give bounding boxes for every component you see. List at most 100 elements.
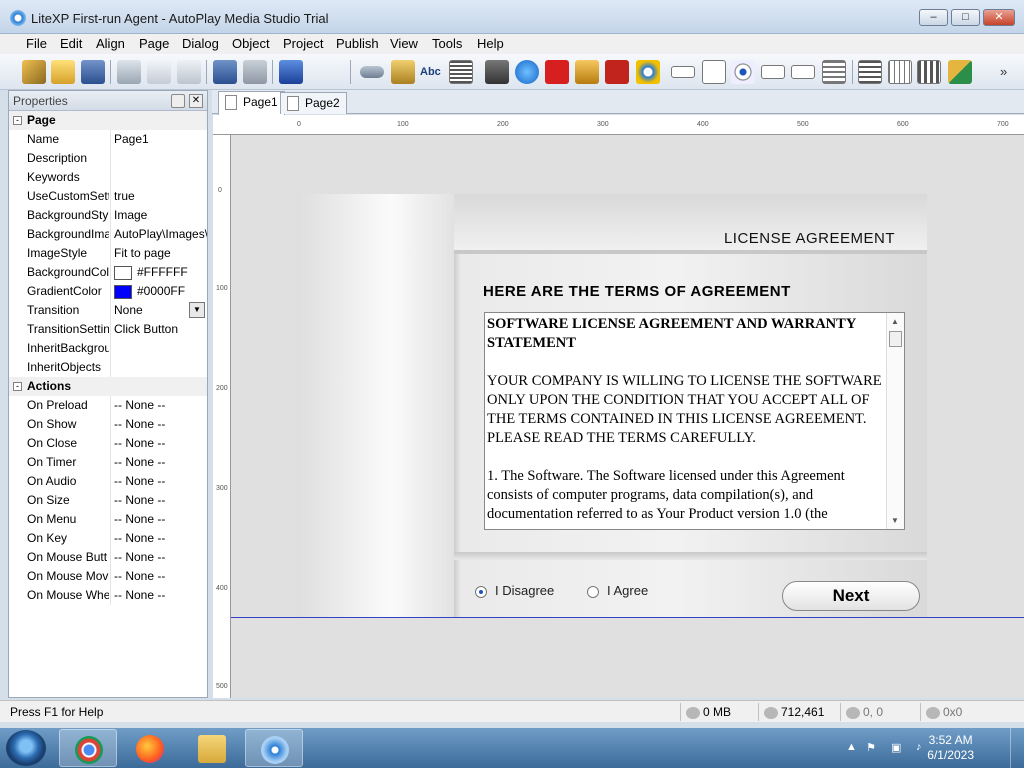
progress-object-icon[interactable] xyxy=(888,60,912,84)
toolbar-overflow-icon[interactable]: » xyxy=(1000,60,1014,84)
taskbar-firefox[interactable] xyxy=(121,729,179,767)
network-icon[interactable]: ▣ xyxy=(891,741,901,754)
minimize-button[interactable]: – xyxy=(919,9,948,26)
pdf-object-icon[interactable] xyxy=(605,60,629,84)
disagree-label[interactable]: I Disagree xyxy=(495,583,554,598)
action-row[interactable]: On Timer -- None -- xyxy=(9,453,207,472)
dropdown-arrow-icon[interactable]: ▼ xyxy=(189,302,205,318)
maximize-button[interactable]: □ xyxy=(951,9,980,26)
next-button[interactable]: Next xyxy=(782,581,920,611)
action-value[interactable]: -- None -- xyxy=(114,455,207,469)
property-row[interactable]: ImageStyle Fit to page xyxy=(9,244,207,263)
license-textbox[interactable]: SOFTWARE LICENSE AGREEMENT AND WARRANTY … xyxy=(484,312,905,530)
xbutton-object-icon[interactable] xyxy=(917,60,941,84)
property-row[interactable]: Keywords xyxy=(9,168,207,187)
action-value[interactable]: -- None -- xyxy=(114,436,207,450)
action-row[interactable]: On Mouse Butt -- None -- xyxy=(9,548,207,567)
menu-tools[interactable]: Tools xyxy=(432,36,462,51)
cut-icon[interactable] xyxy=(117,60,141,84)
image-object-icon[interactable] xyxy=(391,60,415,84)
tab-page2[interactable]: Page2 xyxy=(280,92,347,114)
menu-project[interactable]: Project xyxy=(283,36,323,51)
menu-dialog[interactable]: Dialog xyxy=(182,36,219,51)
menu-page[interactable]: Page xyxy=(139,36,169,51)
action-value[interactable]: -- None -- xyxy=(114,588,207,602)
property-row[interactable]: BackgroundCol #FFFFFF xyxy=(9,263,207,282)
palette-icon[interactable] xyxy=(948,60,972,84)
redo-icon[interactable] xyxy=(243,60,267,84)
action-row[interactable]: On Key -- None -- xyxy=(9,529,207,548)
property-row[interactable]: UseCustomSett true xyxy=(9,187,207,206)
label-object-icon[interactable]: Abc xyxy=(420,60,444,84)
color-swatch[interactable] xyxy=(114,265,132,280)
property-row[interactable]: Transition None ▼ xyxy=(9,301,207,320)
action-row[interactable]: On Audio -- None -- xyxy=(9,472,207,491)
property-value[interactable]: Page1 xyxy=(114,132,207,146)
tree-object-icon[interactable] xyxy=(822,60,846,84)
action-row[interactable]: On Mouse Mov -- None -- xyxy=(9,567,207,586)
grid-object-icon[interactable] xyxy=(858,60,882,84)
design-canvas[interactable]: 0 100 200 300 400 500 600 700 0 100 200 … xyxy=(213,115,1024,698)
action-value[interactable]: -- None -- xyxy=(114,417,207,431)
start-button[interactable] xyxy=(6,730,46,766)
property-row[interactable]: InheritBackgrou xyxy=(9,339,207,358)
action-value[interactable]: -- None -- xyxy=(114,569,207,583)
color-swatch[interactable] xyxy=(114,284,132,299)
menu-file[interactable]: File xyxy=(26,36,47,51)
property-value[interactable]: #0000FF xyxy=(114,284,207,299)
input-object-icon[interactable] xyxy=(671,66,695,78)
action-row[interactable]: On Size -- None -- xyxy=(9,491,207,510)
preview-icon[interactable] xyxy=(279,60,303,84)
action-center-icon[interactable]: ⚑ xyxy=(866,741,876,754)
save-icon[interactable] xyxy=(81,60,105,84)
listbox-object-icon[interactable] xyxy=(791,65,815,79)
action-value[interactable]: -- None -- xyxy=(114,512,207,526)
action-row[interactable]: On Preload -- None -- xyxy=(9,396,207,415)
property-value[interactable]: true xyxy=(114,189,207,203)
collapse-icon[interactable]: - xyxy=(13,116,22,125)
terms-heading[interactable]: HERE ARE THE TERMS OF AGREEMENT xyxy=(483,283,791,300)
quicktime-object-icon[interactable] xyxy=(515,60,539,84)
tab-page1[interactable]: Page1 xyxy=(218,91,285,115)
property-row[interactable]: InheritObjects xyxy=(9,358,207,377)
action-value[interactable]: -- None -- xyxy=(114,550,207,564)
menu-align[interactable]: Align xyxy=(96,36,125,51)
volume-icon[interactable]: ♪ xyxy=(916,741,922,753)
show-desktop-button[interactable] xyxy=(1010,728,1024,768)
close-button[interactable]: ✕ xyxy=(983,9,1015,26)
property-row[interactable]: Description xyxy=(9,149,207,168)
license-scrollbar[interactable]: ▲ ▼ xyxy=(886,313,904,529)
scroll-up-icon[interactable]: ▲ xyxy=(891,317,899,326)
close-panel-icon[interactable]: ✕ xyxy=(189,94,203,108)
property-row[interactable]: Name Page1 xyxy=(9,130,207,149)
property-value[interactable]: AutoPlay\Images\ xyxy=(114,227,207,241)
property-value[interactable]: Fit to page xyxy=(114,246,207,260)
flash-object-icon[interactable] xyxy=(545,60,569,84)
group-page[interactable]: - Page xyxy=(9,111,207,130)
property-value[interactable]: #FFFFFF xyxy=(114,265,207,280)
menu-publish[interactable]: Publish xyxy=(336,36,379,51)
action-value[interactable]: -- None -- xyxy=(114,474,207,488)
clock[interactable]: 3:52 AM 6/1/2023 xyxy=(927,733,974,763)
header-title[interactable]: LICENSE AGREEMENT xyxy=(724,230,895,247)
action-row[interactable]: On Show -- None -- xyxy=(9,415,207,434)
wand-icon[interactable] xyxy=(22,60,46,84)
collapse-icon[interactable]: - xyxy=(13,382,22,391)
paragraph-object-icon[interactable] xyxy=(449,60,473,84)
open-folder-icon[interactable] xyxy=(51,60,75,84)
combobox-object-icon[interactable] xyxy=(761,65,785,79)
action-row[interactable]: On Mouse Whe -- None -- xyxy=(9,586,207,605)
undo-icon[interactable] xyxy=(213,60,237,84)
property-row[interactable]: GradientColor #0000FF xyxy=(9,282,207,301)
copy-icon[interactable] xyxy=(147,60,171,84)
group-actions[interactable]: - Actions xyxy=(9,377,207,396)
agree-label[interactable]: I Agree xyxy=(607,583,648,598)
menu-object[interactable]: Object xyxy=(232,36,270,51)
property-row[interactable]: BackgroundIma AutoPlay\Images\ xyxy=(9,225,207,244)
designed-page[interactable]: LICENSE AGREEMENT HERE ARE THE TERMS OF … xyxy=(297,194,927,618)
disagree-radio[interactable] xyxy=(475,586,487,598)
radio-object-icon[interactable] xyxy=(731,60,755,84)
scroll-thumb[interactable] xyxy=(889,331,902,347)
action-row[interactable]: On Menu -- None -- xyxy=(9,510,207,529)
taskbar-chrome[interactable] xyxy=(59,729,117,767)
